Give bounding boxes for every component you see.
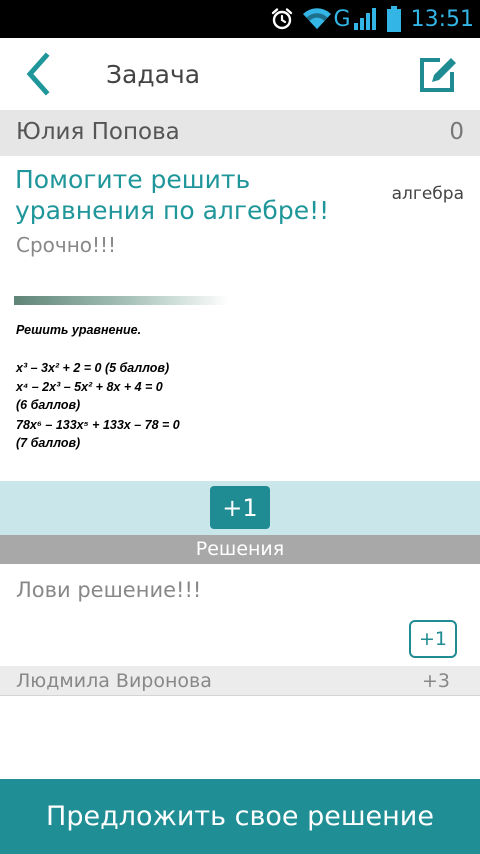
task-description: Срочно!!! xyxy=(16,233,117,257)
alarm-icon xyxy=(270,7,294,31)
solutions-header-label: Решения xyxy=(195,538,285,560)
task-image-line: x⁴ – 2x³ – 5x² + 8x + 4 = 0 xyxy=(16,380,163,394)
app-bar: Задача xyxy=(0,38,480,110)
vote-band: +1 xyxy=(0,481,480,535)
status-bar: G 13:51 xyxy=(0,0,480,38)
network-type-label: G xyxy=(333,6,351,32)
author-name[interactable]: Юлия Попова xyxy=(16,119,180,145)
solution-author-name[interactable]: Людмила Виронова xyxy=(16,670,212,692)
battery-icon xyxy=(385,5,403,33)
task-image-line: (7 баллов) xyxy=(16,436,81,450)
task-image[interactable]: Решить уравнение. x³ – 3x² + 2 = 0 (5 ба… xyxy=(14,296,274,456)
task-image-line: 78x⁶ – 133x⁵ + 133x – 78 = 0 xyxy=(16,418,180,432)
solution-author-score: +3 xyxy=(421,670,450,692)
back-button[interactable] xyxy=(20,52,56,96)
status-icons: G 13:51 xyxy=(270,0,480,38)
task-image-line: Решить уравнение. xyxy=(16,323,142,337)
task-title: Помогите решить уравнения по алгебре!! xyxy=(15,165,330,225)
plus-one-button[interactable]: +1 xyxy=(210,486,270,529)
author-score: 0 xyxy=(449,119,464,145)
solution-author-row: Людмила Виронова +3 xyxy=(0,666,480,696)
page-title: Задача xyxy=(106,60,201,89)
solution-text: Лови решение!!! xyxy=(16,578,202,602)
author-row: Юлия Попова 0 xyxy=(0,110,480,156)
task-subject-tag: алгебра xyxy=(391,184,464,204)
wifi-icon xyxy=(302,7,332,31)
chevron-left-icon xyxy=(26,52,50,96)
task-image-line: (6 баллов) xyxy=(16,398,81,412)
edit-icon xyxy=(420,58,456,92)
edit-button[interactable] xyxy=(418,54,458,94)
solution-plus-one-button[interactable]: +1 xyxy=(409,620,457,658)
propose-solution-button[interactable]: Предложить свое решение xyxy=(0,779,480,854)
solutions-header: Решения xyxy=(0,535,480,564)
signal-icon xyxy=(353,6,377,32)
clock: 13:51 xyxy=(410,6,474,32)
task-image-line: x³ – 3x² + 2 = 0 (5 баллов) xyxy=(16,361,170,375)
image-header-bar xyxy=(14,296,229,305)
